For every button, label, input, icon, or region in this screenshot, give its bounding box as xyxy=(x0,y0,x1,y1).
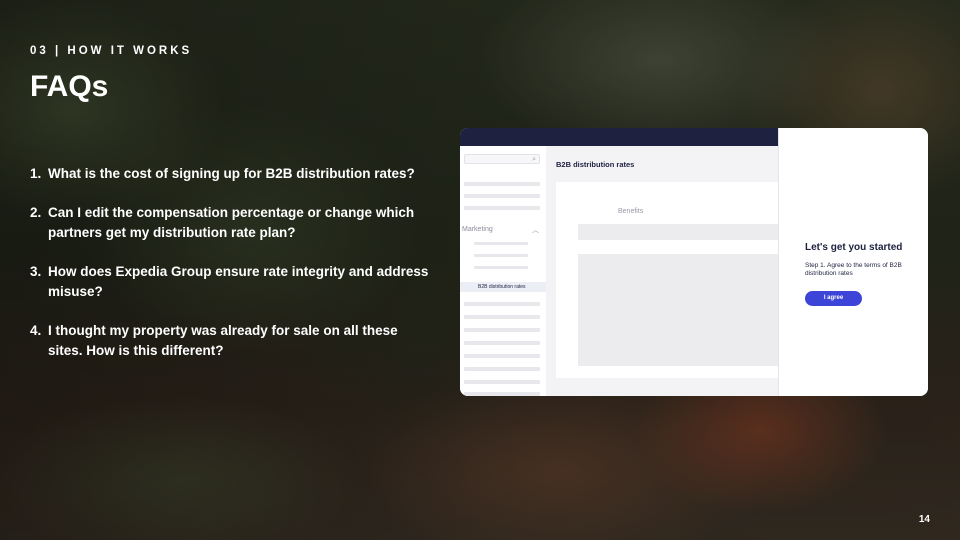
faq-number: 3. xyxy=(30,264,42,279)
faq-number: 4. xyxy=(30,323,42,338)
mock-sidebar-item[interactable] xyxy=(464,206,540,210)
mock-sidebar-item[interactable] xyxy=(464,392,540,396)
mock-placeholder-bar xyxy=(578,224,788,240)
faq-question: Can I edit the compensation percentage o… xyxy=(48,205,415,240)
product-screenshot-mockup: ⌕ Marketing ︿ B2B distribution rates B2B… xyxy=(460,128,928,396)
mock-sidebar-item[interactable] xyxy=(464,367,540,371)
section-eyebrow: 03 | HOW IT WORKS xyxy=(30,45,193,57)
mock-sidebar-item[interactable] xyxy=(464,194,540,198)
page-title: FAQs xyxy=(30,70,109,103)
mock-sidebar-item[interactable] xyxy=(464,328,540,332)
faq-item: 3. How does Expedia Group ensure rate in… xyxy=(30,262,430,302)
page-number: 14 xyxy=(918,514,930,525)
mock-sidebar-active-label: B2B distribution rates xyxy=(478,284,526,290)
faq-question: What is the cost of signing up for B2B d… xyxy=(48,166,415,181)
panel-heading: Let's get you started xyxy=(805,242,903,253)
mock-benefits-label: Benefits xyxy=(618,208,644,215)
faq-item: 1. What is the cost of signing up for B2… xyxy=(30,164,430,184)
faq-item: 2. Can I edit the compensation percentag… xyxy=(30,203,430,243)
mock-sidebar-subitem[interactable] xyxy=(474,242,528,245)
faq-number: 2. xyxy=(30,205,42,220)
mock-sidebar-item[interactable] xyxy=(464,354,540,358)
mock-search-input[interactable]: ⌕ xyxy=(464,154,540,164)
mock-sidebar-subitem[interactable] xyxy=(474,266,528,269)
agree-button[interactable]: I agree xyxy=(805,291,862,306)
mock-sidebar: ⌕ Marketing ︿ B2B distribution rates xyxy=(460,146,546,396)
chevron-up-icon[interactable]: ︿ xyxy=(532,225,539,235)
mock-sidebar-subitem[interactable] xyxy=(474,254,528,257)
mock-top-nav-bar xyxy=(460,128,780,146)
mock-onboarding-panel: Let's get you started Step 1. Agree to t… xyxy=(778,128,928,396)
faq-question: How does Expedia Group ensure rate integ… xyxy=(48,264,429,299)
faq-item: 4. I thought my property was already for… xyxy=(30,321,430,361)
faq-question: I thought my property was already for sa… xyxy=(48,323,398,358)
faq-number: 1. xyxy=(30,166,42,181)
faq-list: 1. What is the cost of signing up for B2… xyxy=(30,164,430,380)
mock-sidebar-item[interactable] xyxy=(464,182,540,186)
mock-sidebar-item[interactable] xyxy=(464,380,540,384)
panel-step-text: Step 1. Agree to the terms of B2B distri… xyxy=(805,262,902,277)
search-icon: ⌕ xyxy=(532,156,536,163)
mock-placeholder-box xyxy=(578,254,788,366)
mock-sidebar-item[interactable] xyxy=(464,341,540,345)
mock-sidebar-item[interactable] xyxy=(464,315,540,319)
mock-sidebar-section-label[interactable]: Marketing xyxy=(462,226,493,233)
mock-sidebar-item[interactable] xyxy=(464,302,540,306)
mock-page-title: B2B distribution rates xyxy=(556,160,635,169)
